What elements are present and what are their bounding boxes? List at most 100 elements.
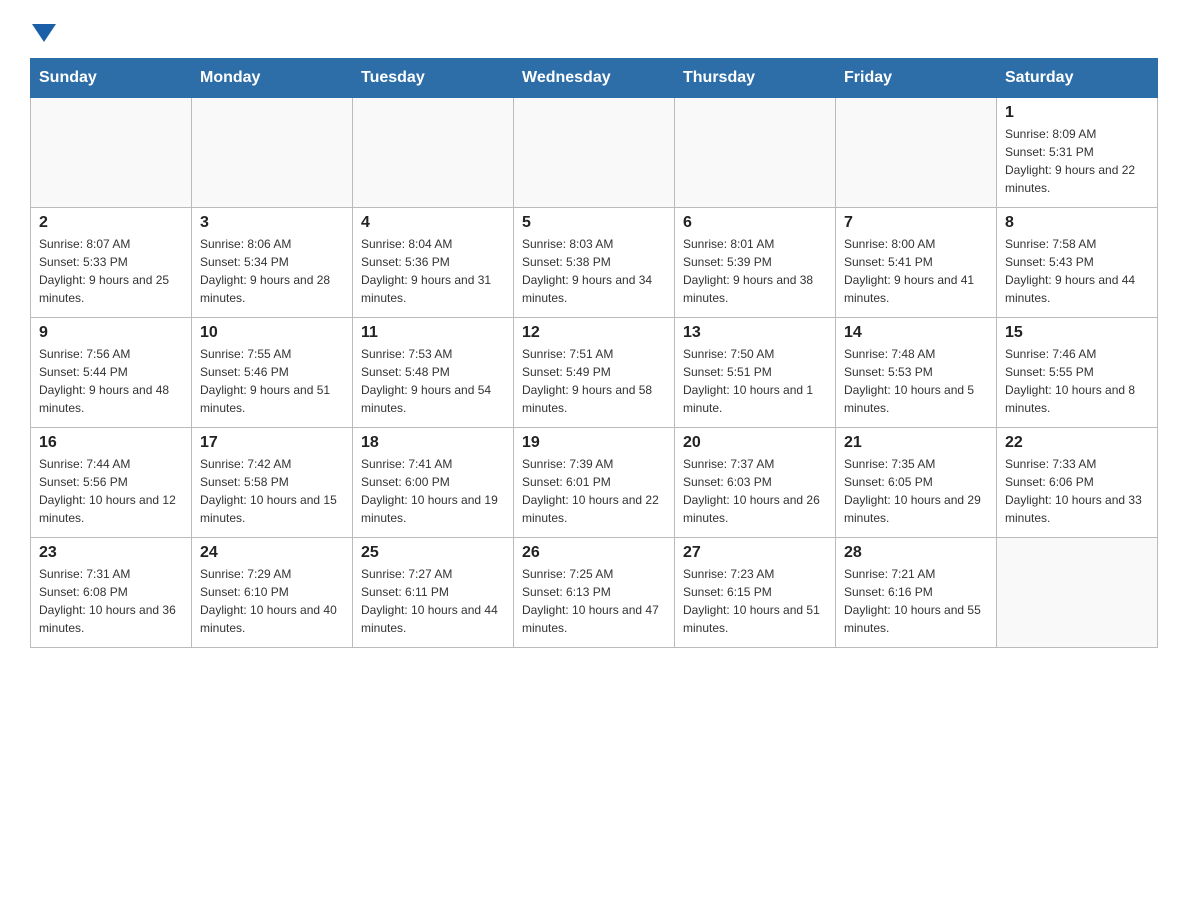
page-header — [30, 20, 1158, 38]
day-number: 20 — [683, 434, 827, 452]
calendar-day-cell — [353, 98, 514, 208]
day-number: 25 — [361, 544, 505, 562]
calendar-week-row: 9 Sunrise: 7:56 AMSunset: 5:44 PMDaylight… — [31, 318, 1158, 428]
calendar-day-cell: 28Sunrise: 7:21 AMSunset: 6:16 PMDayligh… — [836, 538, 997, 648]
calendar-table: SundayMondayTuesdayWednesdayThursdayFrid… — [30, 58, 1158, 648]
day-info: Sunrise: 7:27 AMSunset: 6:11 PMDaylight:… — [361, 565, 505, 637]
calendar-day-cell — [514, 98, 675, 208]
day-number: 2 — [39, 214, 183, 232]
day-info: Sunrise: 7:35 AMSunset: 6:05 PMDaylight:… — [844, 455, 988, 527]
day-of-week-header: Sunday — [31, 59, 192, 98]
calendar-day-cell: 24 Sunrise: 7:29 AMSunset: 6:10 PMDayligh… — [192, 538, 353, 648]
day-number: 19 — [522, 434, 666, 452]
calendar-day-cell — [192, 98, 353, 208]
calendar-day-cell — [836, 98, 997, 208]
day-info: Sunrise: 7:51 AMSunset: 5:49 PMDaylight:… — [522, 345, 666, 417]
calendar-day-cell: 11 Sunrise: 7:53 AMSunset: 5:48 PMDayligh… — [353, 318, 514, 428]
day-number: 27 — [683, 544, 827, 562]
day-info: Sunrise: 7:56 AMSunset: 5:44 PMDaylight:… — [39, 345, 183, 417]
day-info: Sunrise: 8:01 AMSunset: 5:39 PMDaylight:… — [683, 235, 827, 307]
day-info: Sunrise: 7:41 AMSunset: 6:00 PMDaylight:… — [361, 455, 505, 527]
calendar-day-cell — [31, 98, 192, 208]
logo-text — [30, 20, 58, 38]
day-number: 1 — [1005, 104, 1149, 122]
day-info: Sunrise: 7:44 AMSunset: 5:56 PMDaylight:… — [39, 455, 183, 527]
day-number: 13 — [683, 324, 827, 342]
day-info: Sunrise: 7:58 AMSunset: 5:43 PMDaylight:… — [1005, 235, 1149, 307]
calendar-day-cell: 10 Sunrise: 7:55 AMSunset: 5:46 PMDayligh… — [192, 318, 353, 428]
day-number: 3 — [200, 214, 344, 232]
day-info: Sunrise: 8:04 AMSunset: 5:36 PMDaylight:… — [361, 235, 505, 307]
day-info: Sunrise: 7:39 AMSunset: 6:01 PMDaylight:… — [522, 455, 666, 527]
logo — [30, 20, 58, 38]
calendar-day-cell: 23 Sunrise: 7:31 AMSunset: 6:08 PMDayligh… — [31, 538, 192, 648]
day-number: 24 — [200, 544, 344, 562]
day-number: 9 — [39, 324, 183, 342]
day-info: Sunrise: 7:25 AMSunset: 6:13 PMDaylight:… — [522, 565, 666, 637]
calendar-week-row: 2 Sunrise: 8:07 AMSunset: 5:33 PMDaylight… — [31, 208, 1158, 318]
day-number: 16 — [39, 434, 183, 452]
day-number: 6 — [683, 214, 827, 232]
calendar-day-cell: 3 Sunrise: 8:06 AMSunset: 5:34 PMDaylight… — [192, 208, 353, 318]
calendar-day-cell: 14 Sunrise: 7:48 AMSunset: 5:53 PMDayligh… — [836, 318, 997, 428]
calendar-day-cell: 22Sunrise: 7:33 AMSunset: 6:06 PMDayligh… — [997, 428, 1158, 538]
day-number: 5 — [522, 214, 666, 232]
day-of-week-header: Saturday — [997, 59, 1158, 98]
calendar-day-cell: 12Sunrise: 7:51 AMSunset: 5:49 PMDayligh… — [514, 318, 675, 428]
calendar-day-cell: 16 Sunrise: 7:44 AMSunset: 5:56 PMDayligh… — [31, 428, 192, 538]
day-info: Sunrise: 8:09 AMSunset: 5:31 PMDaylight:… — [1005, 125, 1149, 197]
calendar-day-cell: 19 Sunrise: 7:39 AMSunset: 6:01 PMDayligh… — [514, 428, 675, 538]
day-number: 21 — [844, 434, 988, 452]
calendar-day-cell: 8 Sunrise: 7:58 AMSunset: 5:43 PMDaylight… — [997, 208, 1158, 318]
day-info: Sunrise: 7:33 AMSunset: 6:06 PMDaylight:… — [1005, 455, 1149, 527]
day-info: Sunrise: 7:55 AMSunset: 5:46 PMDaylight:… — [200, 345, 344, 417]
calendar-day-cell — [675, 98, 836, 208]
day-info: Sunrise: 7:23 AMSunset: 6:15 PMDaylight:… — [683, 565, 827, 637]
day-number: 10 — [200, 324, 344, 342]
calendar-day-cell: 25 Sunrise: 7:27 AMSunset: 6:11 PMDayligh… — [353, 538, 514, 648]
calendar-day-cell: 4 Sunrise: 8:04 AMSunset: 5:36 PMDaylight… — [353, 208, 514, 318]
calendar-body: 1 Sunrise: 8:09 AMSunset: 5:31 PMDaylight… — [31, 98, 1158, 648]
day-info: Sunrise: 7:50 AMSunset: 5:51 PMDaylight:… — [683, 345, 827, 417]
day-info: Sunrise: 7:21 AMSunset: 6:16 PMDaylight:… — [844, 565, 988, 637]
calendar-header: SundayMondayTuesdayWednesdayThursdayFrid… — [31, 59, 1158, 98]
day-info: Sunrise: 8:06 AMSunset: 5:34 PMDaylight:… — [200, 235, 344, 307]
day-number: 17 — [200, 434, 344, 452]
day-info: Sunrise: 7:53 AMSunset: 5:48 PMDaylight:… — [361, 345, 505, 417]
day-number: 14 — [844, 324, 988, 342]
calendar-day-cell: 6 Sunrise: 8:01 AMSunset: 5:39 PMDaylight… — [675, 208, 836, 318]
day-of-week-header: Tuesday — [353, 59, 514, 98]
day-info: Sunrise: 7:46 AMSunset: 5:55 PMDaylight:… — [1005, 345, 1149, 417]
day-of-week-header: Monday — [192, 59, 353, 98]
day-number: 18 — [361, 434, 505, 452]
day-number: 11 — [361, 324, 505, 342]
day-number: 7 — [844, 214, 988, 232]
calendar-day-cell: 1 Sunrise: 8:09 AMSunset: 5:31 PMDaylight… — [997, 98, 1158, 208]
logo-triangle-icon — [32, 24, 56, 42]
day-number: 8 — [1005, 214, 1149, 232]
calendar-day-cell: 21 Sunrise: 7:35 AMSunset: 6:05 PMDayligh… — [836, 428, 997, 538]
calendar-day-cell: 15 Sunrise: 7:46 AMSunset: 5:55 PMDayligh… — [997, 318, 1158, 428]
calendar-day-cell: 26 Sunrise: 7:25 AMSunset: 6:13 PMDayligh… — [514, 538, 675, 648]
day-of-week-header: Thursday — [675, 59, 836, 98]
days-of-week-row: SundayMondayTuesdayWednesdayThursdayFrid… — [31, 59, 1158, 98]
calendar-day-cell: 2 Sunrise: 8:07 AMSunset: 5:33 PMDaylight… — [31, 208, 192, 318]
calendar-day-cell: 18 Sunrise: 7:41 AMSunset: 6:00 PMDayligh… — [353, 428, 514, 538]
calendar-day-cell — [997, 538, 1158, 648]
calendar-day-cell: 17Sunrise: 7:42 AMSunset: 5:58 PMDayligh… — [192, 428, 353, 538]
calendar-day-cell: 20 Sunrise: 7:37 AMSunset: 6:03 PMDayligh… — [675, 428, 836, 538]
day-number: 4 — [361, 214, 505, 232]
day-info: Sunrise: 8:07 AMSunset: 5:33 PMDaylight:… — [39, 235, 183, 307]
calendar-week-row: 23 Sunrise: 7:31 AMSunset: 6:08 PMDayligh… — [31, 538, 1158, 648]
day-info: Sunrise: 8:03 AMSunset: 5:38 PMDaylight:… — [522, 235, 666, 307]
day-number: 15 — [1005, 324, 1149, 342]
calendar-day-cell: 27 Sunrise: 7:23 AMSunset: 6:15 PMDayligh… — [675, 538, 836, 648]
day-info: Sunrise: 7:48 AMSunset: 5:53 PMDaylight:… — [844, 345, 988, 417]
day-info: Sunrise: 7:31 AMSunset: 6:08 PMDaylight:… — [39, 565, 183, 637]
day-number: 26 — [522, 544, 666, 562]
day-info: Sunrise: 7:37 AMSunset: 6:03 PMDaylight:… — [683, 455, 827, 527]
calendar-week-row: 1 Sunrise: 8:09 AMSunset: 5:31 PMDaylight… — [31, 98, 1158, 208]
day-info: Sunrise: 7:29 AMSunset: 6:10 PMDaylight:… — [200, 565, 344, 637]
day-number: 23 — [39, 544, 183, 562]
calendar-day-cell: 7Sunrise: 8:00 AMSunset: 5:41 PMDaylight… — [836, 208, 997, 318]
